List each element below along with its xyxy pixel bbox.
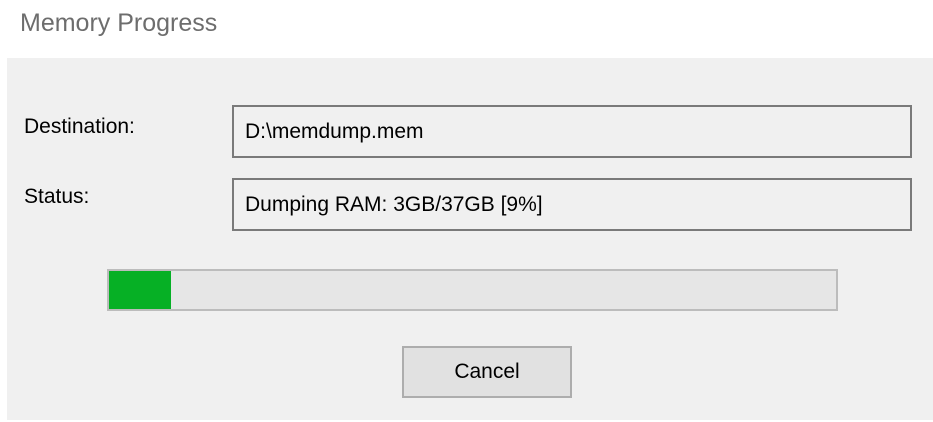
status-label: Status:: [24, 185, 90, 208]
cancel-button[interactable]: Cancel: [402, 346, 572, 398]
window-title: Memory Progress: [20, 9, 218, 37]
destination-label: Destination:: [24, 115, 135, 138]
memory-progress-window: Memory Progress Destination: D:\memdump.…: [0, 0, 933, 422]
dialog-body: Destination: D:\memdump.mem Status: Dump…: [7, 58, 933, 420]
destination-field: D:\memdump.mem: [232, 105, 912, 158]
status-field: Dumping RAM: 3GB/37GB [9%]: [232, 178, 912, 231]
progress-fill: [109, 271, 171, 309]
progress-bar: [107, 269, 838, 311]
